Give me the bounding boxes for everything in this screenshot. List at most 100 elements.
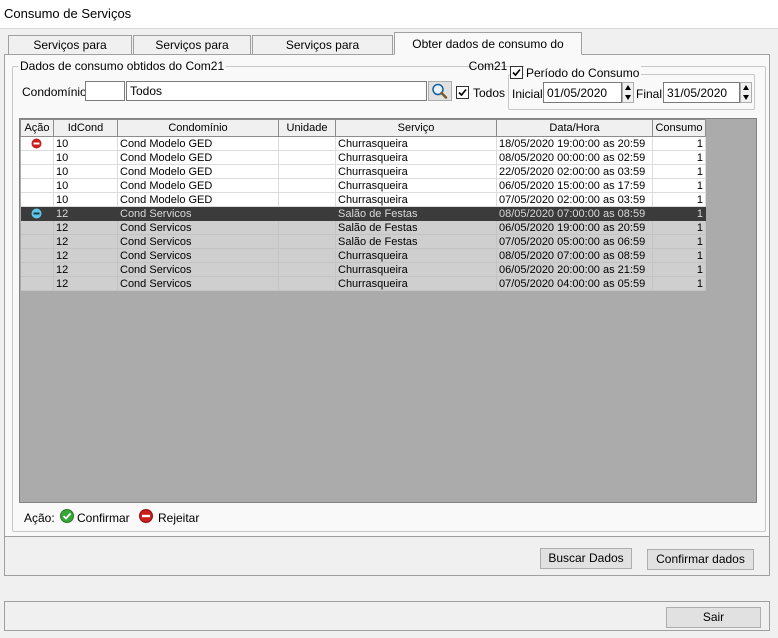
cell-servico[interactable]: Churrasqueira [335,192,497,207]
cell-unidade[interactable] [278,262,336,277]
tab-obter-dados-com21[interactable]: Obter dados de consumo do Com21 [394,32,582,73]
cell-acao[interactable] [20,220,54,235]
cell-unidade[interactable] [278,150,336,165]
confirmar-dados-button[interactable]: Confirmar dados [647,549,754,570]
cell-unidade[interactable] [278,136,336,151]
cell-unidade[interactable] [278,276,336,291]
todos-checkbox[interactable] [456,86,469,99]
cell-idcond[interactable]: 10 [53,178,118,193]
sair-button[interactable]: Sair [666,607,761,628]
cell-servico[interactable]: Churrasqueira [335,136,497,151]
cell-condominio[interactable]: Cond Servicos [117,206,279,221]
col-header-idcond[interactable]: IdCond [53,119,118,137]
cell-idcond[interactable]: 10 [53,164,118,179]
cell-condominio[interactable]: Cond Servicos [117,234,279,249]
condominio-name-input[interactable] [126,81,427,101]
cell-condominio[interactable]: Cond Modelo GED [117,136,279,151]
table-row[interactable]: 10 Cond Modelo GED Churrasqueira 18/05/2020… [20,136,706,151]
table-row[interactable]: 10 Cond Modelo GED Churrasqueira 22/05/2020… [20,164,706,179]
inicial-date-input[interactable] [543,82,622,103]
cell-servico[interactable]: Salão de Festas [335,220,497,235]
cell-datahora[interactable]: 18/05/2020 19:00:00 as 20:59 [496,136,653,151]
cell-idcond[interactable]: 10 [53,192,118,207]
cell-servico[interactable]: Churrasqueira [335,248,497,263]
final-spinner[interactable] [740,82,752,103]
table-row[interactable]: 12 Cond Servicos Churrasqueira 06/05/2020 2… [20,262,706,277]
table-row[interactable]: 10 Cond Modelo GED Churrasqueira 07/05/2020… [20,192,706,207]
cell-acao[interactable] [20,136,54,151]
cell-unidade[interactable] [278,192,336,207]
cell-condominio[interactable]: Cond Servicos [117,262,279,277]
periodo-checkbox[interactable] [510,66,523,79]
cell-unidade[interactable] [278,234,336,249]
cell-idcond[interactable]: 10 [53,136,118,151]
cell-datahora[interactable]: 08/05/2020 07:00:00 as 08:59 [496,248,653,263]
cell-consumo[interactable]: 1 [652,234,706,249]
table-row[interactable]: 12 Cond Servicos Salão de Festas 08/05/2020… [20,206,706,221]
condominio-code-input[interactable] [85,81,125,101]
cell-consumo[interactable]: 1 [652,206,706,221]
cell-datahora[interactable]: 06/05/2020 15:00:00 as 17:59 [496,178,653,193]
cell-unidade[interactable] [278,248,336,263]
cell-consumo[interactable]: 1 [652,164,706,179]
cell-datahora[interactable]: 07/05/2020 05:00:00 as 06:59 [496,234,653,249]
cell-datahora[interactable]: 07/05/2020 04:00:00 as 05:59 [496,276,653,291]
cell-idcond[interactable]: 12 [53,276,118,291]
table-row[interactable]: 12 Cond Servicos Churrasqueira 07/05/2020 0… [20,276,706,291]
cell-condominio[interactable]: Cond Servicos [117,276,279,291]
inicial-spinner[interactable] [622,82,634,103]
cell-condominio[interactable]: Cond Modelo GED [117,192,279,207]
cell-datahora[interactable]: 07/05/2020 02:00:00 as 03:59 [496,192,653,207]
cell-acao[interactable] [20,234,54,249]
cell-consumo[interactable]: 1 [652,136,706,151]
cell-consumo[interactable]: 1 [652,262,706,277]
cell-acao[interactable] [20,276,54,291]
cell-acao[interactable] [20,178,54,193]
col-header-servico[interactable]: Serviço [335,119,497,137]
cell-unidade[interactable] [278,206,336,221]
cell-unidade[interactable] [278,220,336,235]
cell-datahora[interactable]: 06/05/2020 19:00:00 as 20:59 [496,220,653,235]
consumo-grid[interactable]: Ação IdCond Condomínio Unidade Serviço D… [19,118,757,503]
search-condominio-button[interactable] [428,81,452,101]
cell-servico[interactable]: Churrasqueira [335,150,497,165]
col-header-consumo[interactable]: Consumo [652,119,706,137]
cell-condominio[interactable]: Cond Modelo GED [117,164,279,179]
cell-datahora[interactable]: 06/05/2020 20:00:00 as 21:59 [496,262,653,277]
cell-unidade[interactable] [278,164,336,179]
col-header-datahora[interactable]: Data/Hora [496,119,653,137]
cell-idcond[interactable]: 12 [53,220,118,235]
tab-servicos-clientes[interactable]: Serviços para Clientes [133,35,251,71]
cell-condominio[interactable]: Cond Servicos [117,248,279,263]
cell-acao[interactable] [20,262,54,277]
tab-servicos-condominios[interactable]: Serviços para Condomínios [252,35,393,71]
cell-servico[interactable]: Salão de Festas [335,234,497,249]
cell-servico[interactable]: Churrasqueira [335,276,497,291]
cell-idcond[interactable]: 12 [53,262,118,277]
cell-condominio[interactable]: Cond Modelo GED [117,178,279,193]
cell-condominio[interactable]: Cond Modelo GED [117,150,279,165]
cell-consumo[interactable]: 1 [652,248,706,263]
tab-servicos-unidades[interactable]: Serviços para Unidades [8,35,132,71]
col-header-condominio[interactable]: Condomínio [117,119,279,137]
cell-consumo[interactable]: 1 [652,178,706,193]
cell-acao[interactable] [20,206,54,221]
cell-idcond[interactable]: 10 [53,150,118,165]
cell-consumo[interactable]: 1 [652,220,706,235]
table-row[interactable]: 12 Cond Servicos Salão de Festas 07/05/2020… [20,234,706,249]
cell-acao[interactable] [20,164,54,179]
cell-unidade[interactable] [278,178,336,193]
final-date-input[interactable] [663,82,740,103]
cell-servico[interactable]: Churrasqueira [335,164,497,179]
cell-servico[interactable]: Churrasqueira [335,178,497,193]
cell-acao[interactable] [20,192,54,207]
cell-consumo[interactable]: 1 [652,192,706,207]
cell-acao[interactable] [20,150,54,165]
cell-idcond[interactable]: 12 [53,234,118,249]
cell-servico[interactable]: Churrasqueira [335,262,497,277]
cell-idcond[interactable]: 12 [53,206,118,221]
cell-datahora[interactable]: 08/05/2020 07:00:00 as 08:59 [496,206,653,221]
cell-acao[interactable] [20,248,54,263]
col-header-acao[interactable]: Ação [20,119,54,137]
cell-datahora[interactable]: 22/05/2020 02:00:00 as 03:59 [496,164,653,179]
